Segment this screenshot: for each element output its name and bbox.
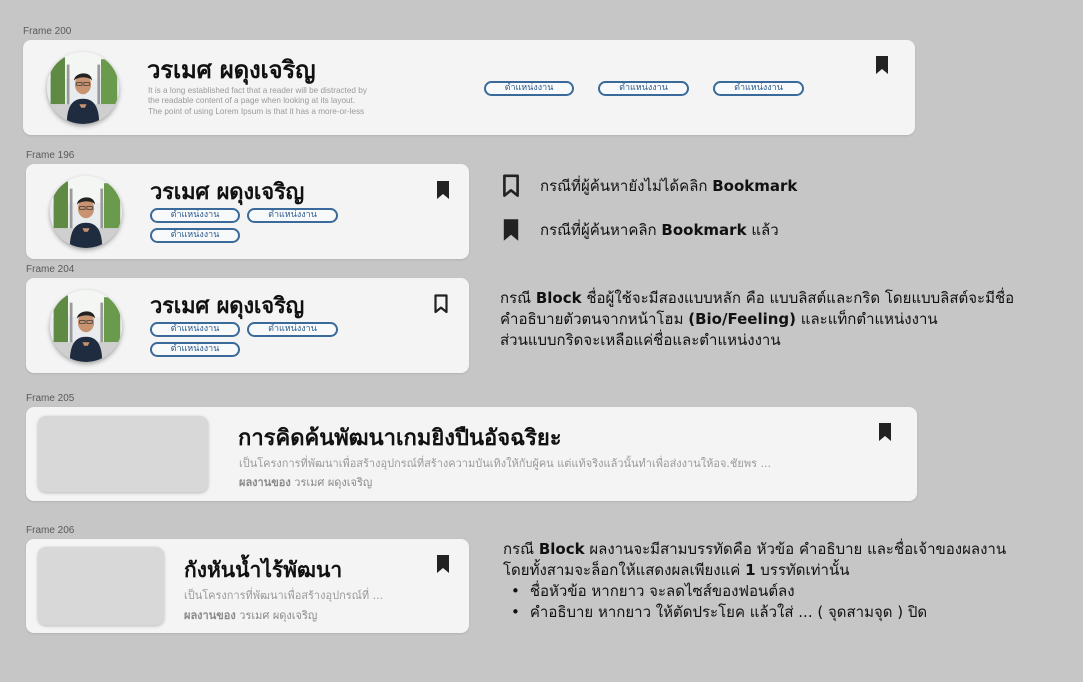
profile-card-wide[interactable]: วรเมศ ผดุงเจริญ It is a long established… (23, 40, 915, 135)
work-thumbnail (38, 416, 208, 492)
block-work-note: กรณี Block ผลงานจะมีสามบรรทัดคือ หัวข้อ … (503, 540, 1007, 579)
bookmark-filled-icon[interactable] (435, 554, 451, 574)
bookmark-filled-icon[interactable] (874, 55, 890, 75)
legend-bookmarked: กรณีที่ผู้ค้นหาคลิก Bookmark แล้ว (500, 218, 779, 242)
work-card-list[interactable]: กังหันน้ำไร้พัฒนา เป็นโครงการที่พัฒนาเพื… (26, 539, 469, 633)
profile-card-list[interactable]: วรเมศ ผดุงเจริญ ตำแหน่งงาน ตำแหน่งงาน ตำ… (26, 164, 469, 259)
position-tag[interactable]: ตำแหน่งงาน (150, 322, 240, 337)
frame-label-205: Frame 205 (26, 393, 75, 404)
avatar (47, 52, 119, 124)
frame-label-196: Frame 196 (26, 150, 75, 161)
frame-label-200: Frame 200 (23, 26, 72, 37)
frame-label-206: Frame 206 (26, 525, 75, 536)
position-tag[interactable]: ตำแหน่งงาน (713, 81, 804, 96)
position-tag[interactable]: ตำแหน่งงาน (150, 342, 240, 357)
work-title[interactable]: กังหันน้ำไร้พัฒนา (184, 554, 342, 587)
block-profile-note: กรณี Block ชื่อผู้ใช้จะมีสองแบบหลัก คือ … (500, 289, 1015, 349)
position-tag[interactable]: ตำแหน่งงาน (247, 322, 338, 337)
work-description: เป็นโครงการที่พัฒนาเพื่อสร้างอุปกรณ์ที่ … (184, 589, 384, 602)
frame-label-204: Frame 204 (26, 264, 75, 275)
profile-name[interactable]: วรเมศ ผดุงเจริญ (150, 174, 304, 209)
avatar (50, 176, 122, 248)
legend-bookmarked-text: กรณีที่ผู้ค้นหาคลิก Bookmark แล้ว (540, 221, 779, 239)
legend-unbookmarked: กรณีที่ผู้ค้นหายังไม่ได้คลิก Bookmark (500, 174, 797, 198)
bookmark-outline-icon[interactable] (433, 294, 449, 314)
work-card-wide[interactable]: การคิดค้นพัฒนาเกมยิงปืนอัจฉริยะ เป็นโครง… (26, 407, 917, 501)
work-owner: ผลงานของ วรเมศ ผดุงเจริญ (184, 609, 318, 622)
position-tag[interactable]: ตำแหน่งงาน (247, 208, 338, 223)
work-thumbnail (38, 547, 164, 625)
bookmark-filled-icon (500, 218, 522, 242)
work-title[interactable]: การคิดค้นพัฒนาเกมยิงปืนอัจฉริยะ (238, 420, 562, 455)
profile-name[interactable]: วรเมศ ผดุงเจริญ (147, 50, 316, 89)
work-owner: ผลงานของ วรเมศ ผดุงเจริญ (239, 476, 373, 489)
block-work-rules: ชื่อหัวข้อ หากยาว จะลดไซส์ของฟอนต์ลง คำอ… (503, 581, 927, 623)
profile-name[interactable]: วรเมศ ผดุงเจริญ (150, 288, 304, 323)
rule-title: ชื่อหัวข้อ หากยาว จะลดไซส์ของฟอนต์ลง (503, 581, 927, 602)
rule-description: คำอธิบาย หากยาว ให้ตัดประโยค แล้วใส่ ...… (503, 602, 927, 623)
avatar (50, 290, 122, 362)
legend-unbookmarked-text: กรณีที่ผู้ค้นหายังไม่ได้คลิก Bookmark (540, 177, 798, 195)
position-tag[interactable]: ตำแหน่งงาน (150, 208, 240, 223)
work-description: เป็นโครงการที่พัฒนาเพื่อสร้างอุปกรณ์ที่ส… (239, 457, 771, 470)
profile-bio: It is a long established fact that a rea… (148, 86, 367, 116)
position-tag[interactable]: ตำแหน่งงาน (598, 81, 689, 96)
bookmark-filled-icon[interactable] (877, 422, 893, 442)
bookmark-filled-icon[interactable] (435, 180, 451, 200)
position-tag[interactable]: ตำแหน่งงาน (150, 228, 240, 243)
bookmark-outline-icon (500, 174, 522, 198)
position-tag[interactable]: ตำแหน่งงาน (484, 81, 574, 96)
profile-card-list[interactable]: วรเมศ ผดุงเจริญ ตำแหน่งงาน ตำแหน่งงาน ตำ… (26, 278, 469, 373)
